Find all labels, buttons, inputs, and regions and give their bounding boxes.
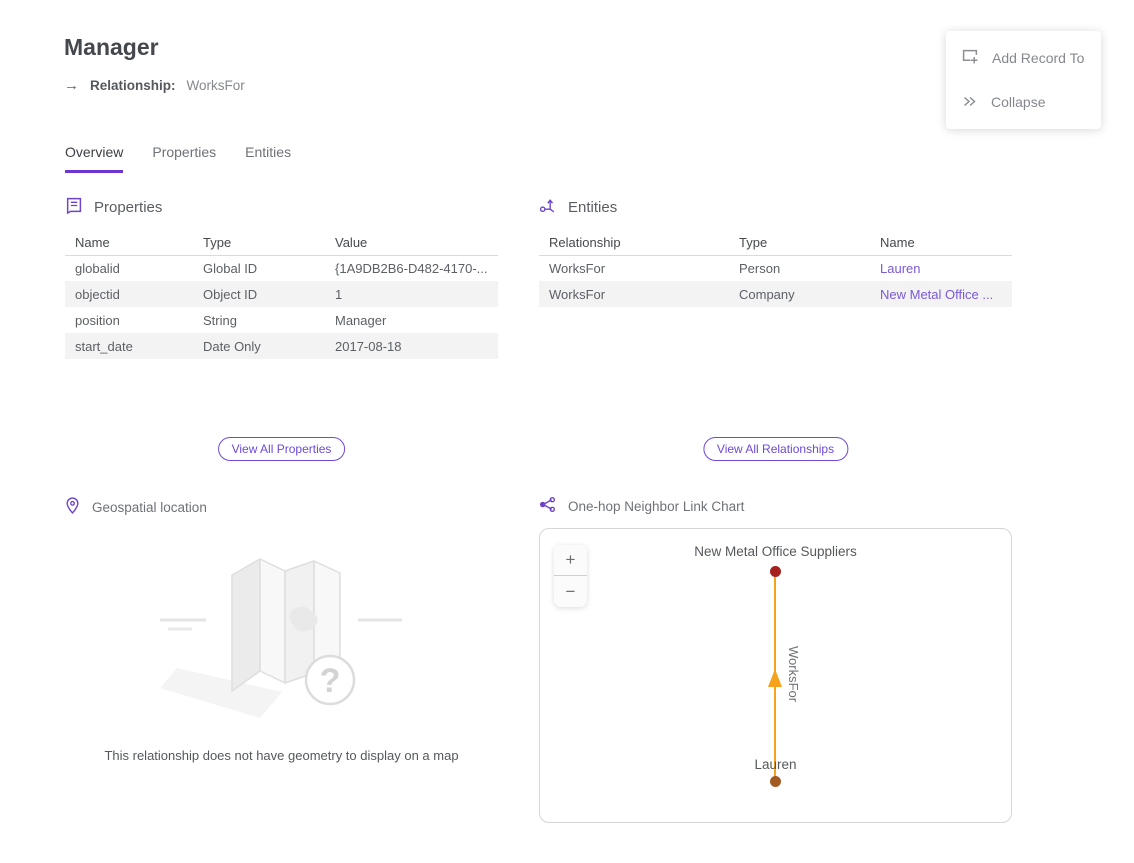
- property-value: {1A9DB2B6-D482-4170-...: [335, 255, 498, 281]
- entities-table: Relationship Type Name WorksFor Person L…: [539, 231, 1012, 307]
- property-type: Object ID: [203, 281, 335, 307]
- entities-section-title: Entities: [568, 199, 617, 216]
- entity-relationship: WorksFor: [539, 281, 739, 307]
- view-all-properties-button[interactable]: View All Properties: [218, 437, 346, 461]
- map-pin-icon: [65, 497, 80, 517]
- entity-relationship: WorksFor: [539, 255, 739, 281]
- entity-type: Person: [739, 255, 880, 281]
- property-value: 2017-08-18: [335, 333, 498, 359]
- node-company[interactable]: [770, 566, 781, 577]
- properties-icon: [65, 197, 82, 218]
- property-type: Date Only: [203, 333, 335, 359]
- link-chart-icon: [539, 497, 556, 515]
- link-chart-section-title: One-hop Neighbor Link Chart: [568, 499, 744, 514]
- property-name: start_date: [65, 333, 203, 359]
- node-label-person: Lauren: [540, 757, 1011, 772]
- property-value: 1: [335, 281, 498, 307]
- table-row: WorksFor Company New Metal Office ...: [539, 281, 1012, 307]
- node-label-company: New Metal Office Suppliers: [540, 544, 1011, 559]
- column-header: Type: [203, 231, 335, 255]
- context-menu: Add Record To Collapse: [946, 31, 1101, 129]
- menu-item-label: Add Record To: [992, 50, 1084, 66]
- geospatial-section-header: Geospatial location: [65, 497, 207, 517]
- table-row: WorksFor Person Lauren: [539, 255, 1012, 281]
- entity-link-lauren[interactable]: Lauren: [880, 261, 920, 276]
- node-person[interactable]: [770, 776, 781, 787]
- properties-section-header: Properties: [65, 197, 162, 218]
- property-type: String: [203, 307, 335, 333]
- zoom-out-button[interactable]: −: [554, 576, 587, 607]
- property-type: Global ID: [203, 255, 335, 281]
- link-chart-canvas[interactable]: + − New Metal Office Suppliers WorksFor …: [539, 528, 1012, 823]
- table-row: objectid Object ID 1: [65, 281, 498, 307]
- link-chart-section-header: One-hop Neighbor Link Chart: [539, 497, 744, 515]
- entity-type: Company: [739, 281, 880, 307]
- table-row: start_date Date Only 2017-08-18: [65, 333, 498, 359]
- property-name: globalid: [65, 255, 203, 281]
- no-geometry-message: This relationship does not have geometry…: [65, 748, 498, 763]
- table-row: globalid Global ID {1A9DB2B6-D482-4170-.…: [65, 255, 498, 281]
- geospatial-section-title: Geospatial location: [92, 500, 207, 515]
- edge-arrowhead-icon: [768, 669, 782, 687]
- map-placeholder-illustration: ?: [132, 550, 432, 735]
- property-name: objectid: [65, 281, 203, 307]
- column-header: Relationship: [539, 231, 739, 255]
- properties-section-title: Properties: [94, 199, 162, 216]
- property-name: position: [65, 307, 203, 333]
- table-header-row: Name Type Value: [65, 231, 498, 255]
- table-row: position String Manager: [65, 307, 498, 333]
- table-header-row: Relationship Type Name: [539, 231, 1012, 255]
- property-value: Manager: [335, 307, 498, 333]
- menu-item-collapse[interactable]: Collapse: [946, 80, 1101, 124]
- record-detail-page: Manager → Relationship: WorksFor Add Rec…: [0, 0, 1134, 863]
- collapse-icon: [962, 93, 978, 112]
- entity-link-new-metal-office[interactable]: New Metal Office ...: [880, 287, 993, 302]
- right-column: Entities Relationship Type Name WorksFor…: [539, 0, 1012, 863]
- add-record-icon: [962, 48, 979, 68]
- entities-section-header: Entities: [539, 197, 617, 218]
- column-header: Name: [880, 231, 1012, 255]
- view-all-relationships-button[interactable]: View All Relationships: [703, 437, 848, 461]
- properties-table: Name Type Value globalid Global ID {1A9D…: [65, 231, 498, 359]
- menu-item-add-record-to[interactable]: Add Record To: [946, 36, 1101, 80]
- left-column: Properties Name Type Value globalid Glob…: [65, 0, 498, 863]
- column-header: Value: [335, 231, 498, 255]
- column-header: Name: [65, 231, 203, 255]
- menu-item-label: Collapse: [991, 94, 1045, 110]
- column-header: Type: [739, 231, 880, 255]
- entities-icon: [539, 197, 556, 218]
- edge-label: WorksFor: [786, 646, 801, 702]
- svg-text:?: ?: [319, 662, 340, 700]
